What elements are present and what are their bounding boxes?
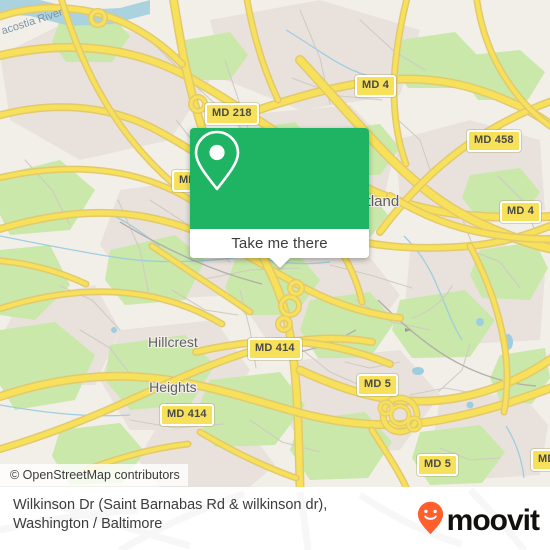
moovit-logo[interactable]: moovit bbox=[417, 501, 540, 540]
road-shield-md-414-upper[interactable]: MD 414 bbox=[248, 338, 302, 360]
location-title-line1: Wilkinson Dr (Saint Barnabas Rd & wilkin… bbox=[13, 497, 328, 513]
osm-attribution[interactable]: © OpenStreetMap contributors bbox=[0, 464, 188, 486]
road-shield-md-5-upper[interactable]: MD 5 bbox=[357, 374, 399, 396]
card-pointer-tail bbox=[269, 258, 290, 268]
road-shield-md-458[interactable]: MD 458 bbox=[467, 130, 521, 152]
moovit-map-screenshot: .rc{fill:none;stroke:#e3c96d;stroke-line… bbox=[0, 0, 550, 550]
hillcrest-heights-line1: Hillcrest bbox=[148, 334, 198, 350]
road-shield-md-4-east[interactable]: MD 4 bbox=[500, 201, 542, 223]
road-shield-md-218[interactable]: MD 218 bbox=[205, 103, 259, 125]
card-pin-area bbox=[190, 128, 369, 229]
footer-bar: Wilkinson Dr (Saint Barnabas Rd & wilkin… bbox=[0, 487, 550, 550]
location-title: Wilkinson Dr (Saint Barnabas Rd & wilkin… bbox=[13, 496, 403, 534]
road-shield-md-partial-right[interactable]: MD bbox=[531, 449, 550, 471]
moovit-wordmark: moovit bbox=[446, 503, 540, 537]
road-shield-md-414-lower[interactable]: MD 414 bbox=[160, 404, 214, 426]
map-canvas[interactable]: .rc{fill:none;stroke:#e3c96d;stroke-line… bbox=[0, 0, 550, 487]
hillcrest-heights-line2: Heights bbox=[149, 379, 197, 395]
road-shield-md-4-north[interactable]: MD 4 bbox=[355, 75, 397, 97]
take-me-there-button[interactable]: Take me there bbox=[190, 229, 369, 268]
take-me-there-label: Take me there bbox=[231, 235, 328, 252]
road-shield-md-5-lower[interactable]: MD 5 bbox=[417, 454, 459, 476]
take-me-there-card[interactable]: Take me there bbox=[190, 128, 369, 268]
location-title-line2: Washington / Baltimore bbox=[13, 516, 163, 532]
moovit-smiley-pin-icon bbox=[417, 501, 444, 540]
